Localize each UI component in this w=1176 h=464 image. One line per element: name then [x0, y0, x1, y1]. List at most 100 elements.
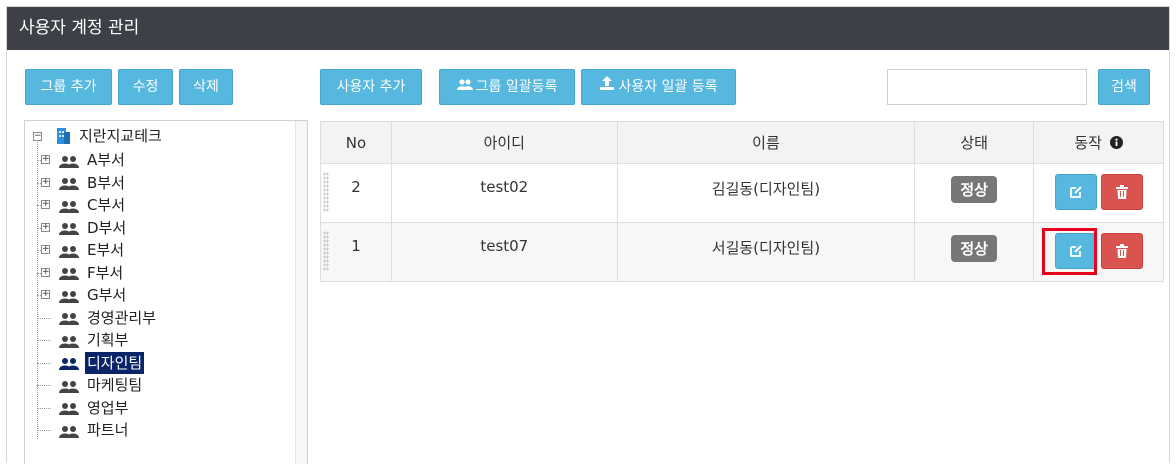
- status-badge: 정상: [951, 235, 997, 262]
- tree-item-label: G부서: [87, 286, 127, 304]
- search-input[interactable]: [887, 69, 1087, 105]
- cell-status: 정상: [914, 163, 1035, 223]
- users-icon: [59, 400, 79, 415]
- users-icon: [456, 70, 473, 104]
- table-header-row: No 아이디 이름 상태 동작: [320, 121, 1164, 164]
- add-group-button[interactable]: 그룹 추가: [25, 69, 112, 105]
- tree-item[interactable]: 기획부: [37, 329, 130, 351]
- users-icon: [59, 243, 79, 258]
- table-row[interactable]: 2 test02 김길동(디자인팀) 정상: [320, 163, 1164, 223]
- cell-no: 1: [320, 222, 392, 282]
- users-icon: [59, 220, 79, 235]
- users-icon: [59, 198, 79, 213]
- tree-item-label: 마케팅팀: [87, 376, 143, 394]
- status-badge: 정상: [951, 176, 997, 203]
- tree-item[interactable]: + F부서: [37, 262, 125, 284]
- tree-item-label: D부서: [87, 218, 127, 237]
- tree-item-label: 경영관리부: [87, 308, 157, 327]
- delete-group-button[interactable]: 삭제: [179, 69, 233, 105]
- group-bulk-label: 그룹 일괄등록: [475, 79, 558, 95]
- upload-icon: [599, 70, 615, 104]
- tree-item-label: 디자인팀: [85, 351, 145, 374]
- user-table: No 아이디 이름 상태 동작 2 test02 김길동(디자인팀) 정상 1 …: [320, 121, 1164, 282]
- tree-scrollbar[interactable]: [295, 121, 307, 464]
- expand-icon[interactable]: +: [41, 290, 50, 299]
- expand-icon[interactable]: +: [41, 245, 50, 254]
- cell-name: 김길동(디자인팀): [616, 163, 916, 223]
- delete-user-button[interactable]: [1100, 233, 1143, 269]
- drag-handle-icon[interactable]: [323, 231, 329, 271]
- tree-item[interactable]: 영업부: [37, 397, 130, 419]
- cell-status: 정상: [914, 222, 1035, 282]
- tree-connector: [37, 430, 51, 431]
- tree-item-label: F부서: [87, 263, 124, 282]
- users-icon: [59, 355, 79, 370]
- users-icon: [59, 378, 79, 393]
- row-no: 2: [351, 178, 361, 196]
- col-action: 동작: [1033, 121, 1164, 164]
- users-icon: [59, 333, 79, 348]
- tree-item-label: B부서: [87, 173, 125, 192]
- department-tree: − 지란지교테크 + A부서 + B부서 + C부서 + D부서 + E부서 + F부서 + G부서경영관…: [24, 120, 308, 464]
- collapse-icon[interactable]: −: [33, 132, 42, 141]
- expand-icon[interactable]: +: [41, 222, 50, 232]
- user-bulk-register-button[interactable]: 사용자 일괄 등록: [581, 69, 736, 105]
- drag-handle-icon[interactable]: [323, 172, 329, 212]
- tree-connector: [37, 340, 51, 341]
- trash-icon: [1115, 185, 1128, 199]
- tree-item[interactable]: + C부서: [37, 194, 127, 216]
- users-icon: [59, 153, 79, 168]
- search-button[interactable]: 검색: [1098, 69, 1150, 105]
- tree-item-label: C부서: [87, 196, 126, 214]
- tree-connector: [37, 317, 51, 319]
- tree-item[interactable]: 경영관리부: [37, 307, 158, 329]
- tree-item[interactable]: 파트너: [37, 419, 130, 441]
- cell-action: [1033, 163, 1164, 223]
- table-row[interactable]: 1 test07 서길동(디자인팀) 정상: [320, 222, 1164, 282]
- users-icon: [59, 288, 79, 303]
- add-user-button[interactable]: 사용자 추가: [320, 69, 422, 105]
- tree-root-label: 지란지교테크: [79, 127, 162, 145]
- edit-group-button[interactable]: 수정: [118, 69, 173, 105]
- col-no[interactable]: No: [320, 121, 392, 164]
- expand-icon[interactable]: +: [41, 200, 50, 209]
- col-status[interactable]: 상태: [914, 121, 1035, 164]
- expand-icon[interactable]: +: [41, 177, 50, 187]
- cell-no: 2: [320, 163, 392, 223]
- group-bulk-register-button[interactable]: 그룹 일괄등록: [439, 69, 575, 105]
- edit-icon: [1069, 186, 1082, 198]
- tree-item-label: 영업부: [87, 398, 129, 417]
- tree-item-label: A부서: [87, 151, 125, 169]
- tree-connector: [37, 385, 51, 386]
- users-icon: [59, 423, 79, 438]
- tree-item[interactable]: + B부서: [37, 172, 127, 194]
- user-bulk-label: 사용자 일괄 등록: [618, 79, 718, 95]
- cell-id: test02: [390, 163, 618, 223]
- tree-item[interactable]: 디자인팀: [37, 351, 145, 374]
- highlight-box: [1042, 228, 1097, 275]
- tree-item[interactable]: + A부서: [37, 149, 127, 171]
- expand-icon[interactable]: +: [41, 267, 50, 277]
- col-name[interactable]: 이름: [616, 121, 916, 164]
- tree-item[interactable]: + E부서: [37, 239, 126, 261]
- tree-item[interactable]: + D부서: [37, 217, 128, 239]
- tree-connector: [37, 407, 51, 409]
- trash-icon: [1115, 244, 1128, 258]
- users-icon: [59, 310, 79, 325]
- panel-title: 사용자 계정 관리: [7, 7, 1169, 50]
- tree-item-label: E부서: [87, 241, 125, 259]
- building-icon: [53, 127, 71, 151]
- tree-connector: [37, 139, 38, 439]
- edit-user-button[interactable]: [1054, 174, 1097, 210]
- cell-id: test07: [390, 222, 618, 282]
- expand-icon[interactable]: +: [41, 155, 50, 164]
- info-icon[interactable]: [1109, 135, 1123, 153]
- col-id[interactable]: 아이디: [390, 121, 618, 164]
- tree-item-label: 파트너: [87, 421, 129, 439]
- delete-user-button[interactable]: [1100, 174, 1143, 210]
- tree-item-label: 기획부: [87, 331, 129, 349]
- tree-item[interactable]: 마케팅팀: [37, 374, 144, 396]
- users-icon: [59, 175, 79, 190]
- col-action-label: 동작: [1074, 134, 1102, 152]
- tree-item[interactable]: + G부서: [37, 284, 128, 306]
